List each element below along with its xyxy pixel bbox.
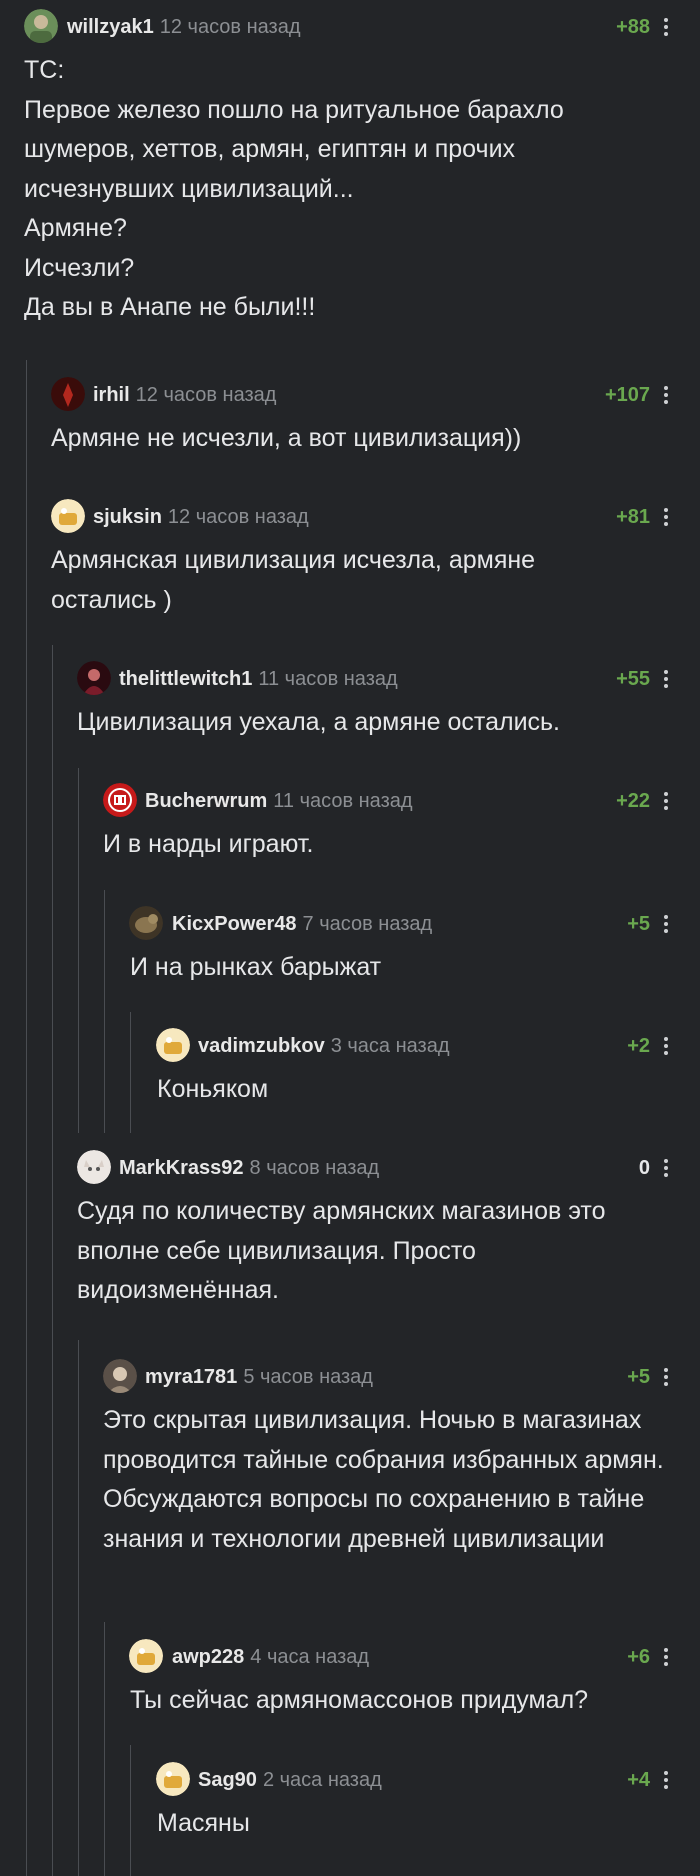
more-vertical-icon[interactable]: [662, 1768, 670, 1792]
avatar[interactable]: [77, 1150, 111, 1184]
comment-header: vadimzubkov 3 часа назад +2: [0, 1028, 700, 1064]
comment-text: Ты сейчас армяномассонов придумал?: [130, 1686, 589, 1714]
avatar[interactable]: [77, 661, 111, 695]
rating: +5: [627, 913, 650, 935]
username[interactable]: awp228: [172, 1646, 244, 1668]
comment-header: sjuksin 12 часов назад +81: [0, 499, 700, 535]
timestamp[interactable]: 11 часов назад: [273, 790, 412, 812]
comment-text: И в нарды играют.: [103, 830, 314, 858]
rating: 0: [638, 1157, 650, 1179]
comment-header: Bucherwrum 11 часов назад +22: [0, 783, 700, 819]
more-vertical-icon[interactable]: [662, 383, 670, 407]
comment-header: willzyak1 12 часов назад +88: [0, 9, 700, 45]
comment-text: ТС: Первое железо пошло на ритуальное ба…: [24, 56, 564, 321]
rating: +2: [627, 1035, 650, 1057]
timestamp[interactable]: 3 часа назад: [331, 1035, 450, 1057]
avatar[interactable]: [51, 499, 85, 533]
rating: +88: [616, 16, 650, 38]
more-vertical-icon[interactable]: [662, 1156, 670, 1180]
avatar[interactable]: [103, 1359, 137, 1393]
timestamp[interactable]: 12 часов назад: [160, 16, 301, 38]
more-vertical-icon[interactable]: [662, 789, 670, 813]
rating: +4: [627, 1769, 650, 1791]
rating: +22: [616, 790, 650, 812]
username[interactable]: irhil: [93, 384, 130, 406]
username[interactable]: myra1781: [145, 1366, 237, 1388]
comment-header: myra1781 5 часов назад +5: [0, 1359, 700, 1395]
username[interactable]: thelittlewitch1: [119, 668, 252, 690]
avatar[interactable]: [129, 906, 163, 940]
comment-header: irhil 12 часов назад +107: [0, 377, 700, 413]
more-vertical-icon[interactable]: [662, 1645, 670, 1669]
more-vertical-icon[interactable]: [662, 1365, 670, 1389]
timestamp[interactable]: 11 часов назад: [258, 668, 397, 690]
timestamp[interactable]: 8 часов назад: [250, 1157, 380, 1179]
username[interactable]: sjuksin: [93, 506, 162, 528]
username[interactable]: Sag90: [198, 1769, 257, 1791]
username[interactable]: vadimzubkov: [198, 1035, 325, 1057]
thread-line: [52, 645, 53, 1876]
comment-header: thelittlewitch1 11 часов назад +55: [0, 661, 700, 697]
rating: +5: [627, 1366, 650, 1388]
timestamp[interactable]: 12 часов назад: [136, 384, 277, 406]
comment-text: Это скрытая цивилизация. Ночью в магазин…: [103, 1406, 664, 1553]
username[interactable]: willzyak1: [67, 16, 154, 38]
comment-header: MarkKrass92 8 часов назад 0: [0, 1150, 700, 1186]
avatar[interactable]: [156, 1028, 190, 1062]
rating: +55: [616, 668, 650, 690]
comment-text: Армяне не исчезли, а вот цивилизация)): [51, 424, 522, 452]
comment-text: И на рынках барыжат: [130, 953, 382, 981]
comment-text: Масяны: [157, 1809, 250, 1837]
username[interactable]: MarkKrass92: [119, 1157, 244, 1179]
avatar[interactable]: [129, 1639, 163, 1673]
comment-header: KicxPower48 7 часов назад +5: [0, 906, 700, 942]
rating: +107: [604, 384, 650, 406]
more-vertical-icon[interactable]: [662, 1034, 670, 1058]
comment-text: Коньяком: [157, 1075, 269, 1103]
avatar[interactable]: [103, 783, 137, 817]
rating: +81: [616, 506, 650, 528]
more-vertical-icon[interactable]: [662, 667, 670, 691]
comment-text: Армянская цивилизация исчезла, армяне ос…: [51, 546, 536, 614]
more-vertical-icon[interactable]: [662, 912, 670, 936]
comment-header: awp228 4 часа назад +6: [0, 1639, 700, 1675]
timestamp[interactable]: 4 часа назад: [250, 1646, 369, 1668]
comment-header: Sag90 2 часа назад +4: [0, 1762, 700, 1798]
more-vertical-icon[interactable]: [662, 505, 670, 529]
timestamp[interactable]: 12 часов назад: [168, 506, 309, 528]
timestamp[interactable]: 2 часа назад: [263, 1769, 382, 1791]
username[interactable]: Bucherwrum: [145, 790, 267, 812]
timestamp[interactable]: 5 часов назад: [243, 1366, 373, 1388]
timestamp[interactable]: 7 часов назад: [303, 913, 433, 935]
rating: +6: [627, 1646, 650, 1668]
more-vertical-icon[interactable]: [662, 15, 670, 39]
avatar[interactable]: [156, 1762, 190, 1796]
avatar[interactable]: [24, 9, 58, 43]
comment-text: Судя по количеству армянских магазинов э…: [77, 1197, 606, 1304]
username[interactable]: KicxPower48: [172, 913, 297, 935]
avatar[interactable]: [51, 377, 85, 411]
comment-text: Цивилизация уехала, а армяне остались.: [77, 708, 561, 736]
thread-line: [78, 768, 79, 1133]
